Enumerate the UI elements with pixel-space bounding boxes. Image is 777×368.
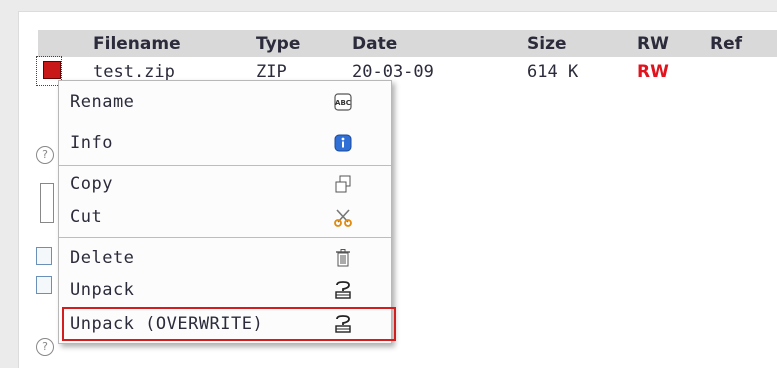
rename-abc-icon: ABC xyxy=(332,91,354,113)
menu-separator xyxy=(59,237,391,238)
context-menu: Rename ABC Info Copy Cut Delete Unpack U… xyxy=(58,80,392,344)
menu-item-info[interactable]: Info xyxy=(59,126,391,160)
info-icon xyxy=(332,132,354,154)
highlight-annotation-box xyxy=(62,307,396,341)
col-header-date[interactable]: Date xyxy=(352,34,397,54)
menu-item-label: Copy xyxy=(70,174,113,194)
menu-item-cut[interactable]: Cut xyxy=(59,200,391,234)
file-name[interactable]: test.zip xyxy=(93,62,175,82)
col-header-ref[interactable]: Ref xyxy=(710,34,742,54)
menu-item-rename[interactable]: Rename ABC xyxy=(59,85,391,119)
menu-item-copy[interactable]: Copy xyxy=(59,167,391,201)
file-size: 614 K xyxy=(527,62,579,82)
menu-item-label: Cut xyxy=(70,207,103,227)
file-rw-status: RW xyxy=(637,62,669,82)
menu-item-label: Rename xyxy=(70,92,135,112)
trash-icon xyxy=(332,247,354,269)
checkbox-1[interactable] xyxy=(36,247,52,265)
col-header-type[interactable]: Type xyxy=(256,34,300,54)
menu-item-label: Info xyxy=(70,133,113,153)
menu-item-label: Unpack xyxy=(70,280,135,300)
copy-icon xyxy=(332,173,354,195)
col-header-size[interactable]: Size xyxy=(527,34,567,54)
file-type: ZIP xyxy=(256,62,287,82)
svg-text:ABC: ABC xyxy=(335,99,351,107)
menu-separator xyxy=(59,165,391,166)
scissors-icon xyxy=(332,206,354,228)
col-header-filename[interactable]: Filename xyxy=(93,34,181,54)
menu-item-label: Delete xyxy=(70,248,135,268)
partial-input-box[interactable] xyxy=(40,183,54,223)
help-icon[interactable]: ? xyxy=(36,146,54,164)
checkbox-2[interactable] xyxy=(36,276,52,294)
unpack-icon xyxy=(332,279,354,301)
help-icon-2[interactable]: ? xyxy=(36,338,54,356)
menu-item-unpack[interactable]: Unpack xyxy=(59,273,391,307)
col-header-rw[interactable]: RW xyxy=(637,34,669,54)
file-date: 20-03-09 xyxy=(352,62,434,82)
menu-item-delete[interactable]: Delete xyxy=(59,241,391,275)
